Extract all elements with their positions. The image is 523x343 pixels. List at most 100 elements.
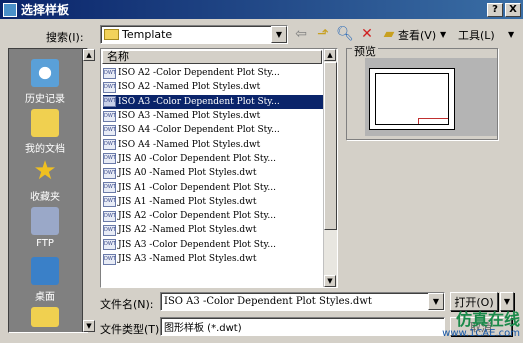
- dwt-file-icon: DWT: [103, 196, 116, 208]
- drawing-sheet-thumbnail: [369, 68, 455, 130]
- file-row[interactable]: DWT JIS A2 -Named Plot Styles.dwt: [103, 223, 323, 237]
- file-name: JIS A2 -Named Plot Styles.dwt: [118, 225, 257, 236]
- dwt-file-icon: DWT: [103, 167, 116, 179]
- filename-combo[interactable]: ISO A3 -Color Dependent Plot Styles.dwt …: [160, 292, 445, 311]
- file-row[interactable]: DWT JIS A0 -Named Plot Styles.dwt: [103, 166, 323, 180]
- documents-folder-icon: [31, 109, 59, 137]
- filetype-combo[interactable]: 图形样板 (*.dwt): [160, 317, 445, 336]
- preview-image: [365, 58, 497, 136]
- title-block: [418, 118, 448, 124]
- file-row[interactable]: DWT JIS A3 -Named Plot Styles.dwt: [103, 252, 323, 266]
- open-button[interactable]: 打开(O): [450, 292, 498, 311]
- ftp-icon: [31, 207, 59, 235]
- place-label-history: 历史记录: [25, 94, 65, 105]
- filetype-value: 图形样板 (*.dwt): [164, 323, 242, 334]
- file-row[interactable]: DWT ISO A4 -Color Dependent Plot Sty...: [103, 123, 323, 137]
- help-button[interactable]: ?: [487, 2, 503, 17]
- back-icon[interactable]: ⇦: [292, 25, 310, 43]
- close-button[interactable]: X: [505, 2, 521, 17]
- open-dropdown-icon[interactable]: ▼: [500, 292, 514, 311]
- place-label-desktop: 桌面: [35, 292, 55, 303]
- tools-menu-arrow-icon[interactable]: ▼: [508, 30, 514, 39]
- file-row[interactable]: DWT JIS A0 -Color Dependent Plot Sty...: [103, 152, 323, 166]
- preview-label: 预览: [352, 43, 378, 59]
- dwt-file-icon: DWT: [103, 81, 116, 93]
- chevron-down-icon[interactable]: ▼: [271, 26, 287, 43]
- filename-value: ISO A3 -Color Dependent Plot Styles.dwt: [164, 296, 372, 307]
- dwt-file-icon: DWT: [103, 182, 116, 194]
- dwt-file-icon: DWT: [103, 239, 116, 251]
- drawing-border: [375, 73, 449, 125]
- scroll-up-icon[interactable]: ▲: [324, 49, 336, 61]
- file-name: JIS A3 -Named Plot Styles.dwt: [118, 254, 257, 264]
- dwt-file-icon: DWT: [103, 124, 116, 136]
- file-row[interactable]: DWT JIS A2 -Color Dependent Plot Sty...: [103, 209, 323, 223]
- scroll-thumb[interactable]: [324, 62, 337, 230]
- file-name: JIS A0 -Color Dependent Plot Sty...: [118, 153, 276, 164]
- favorites-star-icon: ★: [33, 156, 57, 186]
- file-name: ISO A3 -Color Dependent Plot Sty...: [118, 96, 280, 107]
- look-in-value: Template: [122, 28, 173, 41]
- file-name: ISO A3 -Named Plot Styles.dwt: [118, 111, 261, 122]
- scroll-down-icon[interactable]: ▼: [324, 275, 336, 287]
- places-bar: 历史记录 我的文档 ★ 收藏夹 FTP 桌面 ▲ ▼: [8, 48, 95, 333]
- scroll-up-icon[interactable]: ▲: [83, 49, 95, 61]
- watermark-url: www.1CAE.com: [442, 328, 520, 339]
- file-row[interactable]: DWT JIS A1 -Named Plot Styles.dwt: [103, 195, 323, 209]
- file-name: JIS A0 -Named Plot Styles.dwt: [118, 168, 257, 179]
- place-history[interactable]: 历史记录: [9, 59, 81, 105]
- file-row[interactable]: DWT ISO A3 -Named Plot Styles.dwt: [103, 109, 323, 123]
- delete-icon[interactable]: ✕: [358, 25, 376, 43]
- desktop-icon: [31, 257, 59, 285]
- watermark: 仿真在线 www.1CAE.com: [418, 310, 520, 340]
- file-toolbar: ⇦ ⬏ 🔍︎ ✕ ▰: [292, 25, 398, 43]
- file-list[interactable]: 名称 DWT ISO A2 -Color Dependent Plot Sty..…: [100, 48, 338, 288]
- filename-label: 文件名(N):: [100, 298, 154, 311]
- folder-icon: [104, 29, 119, 40]
- place-more[interactable]: [9, 307, 81, 330]
- look-in-label: 搜索(I):: [46, 31, 84, 44]
- search-web-icon[interactable]: 🔍︎: [336, 25, 354, 43]
- file-list-scrollbar[interactable]: ▲ ▼: [323, 49, 337, 287]
- place-label-favorites: 收藏夹: [30, 192, 60, 203]
- file-row[interactable]: DWT ISO A3 -Color Dependent Plot Sty...: [103, 94, 323, 109]
- look-in-combo[interactable]: Template ▼: [100, 25, 288, 44]
- dwt-file-icon: DWT: [103, 253, 116, 265]
- new-folder-icon[interactable]: ▰: [380, 25, 398, 43]
- dwt-file-icon: DWT: [103, 96, 116, 108]
- app-icon: [3, 2, 17, 17]
- place-ftp[interactable]: FTP: [9, 207, 81, 249]
- filetype-label: 文件类型(T):: [100, 323, 164, 336]
- dwt-file-icon: DWT: [103, 67, 116, 79]
- dwt-file-icon: DWT: [103, 139, 116, 151]
- window-title: 选择样板: [21, 3, 70, 17]
- scroll-down-icon[interactable]: ▼: [83, 320, 95, 332]
- up-folder-icon[interactable]: ⬏: [314, 25, 332, 43]
- file-row[interactable]: DWT ISO A2 -Named Plot Styles.dwt: [103, 80, 323, 94]
- place-label-documents: 我的文档: [25, 144, 65, 155]
- place-label-ftp: FTP: [36, 238, 54, 249]
- place-desktop[interactable]: 桌面: [9, 257, 81, 303]
- file-name: JIS A3 -Color Dependent Plot Sty...: [118, 239, 276, 250]
- file-name: ISO A4 -Color Dependent Plot Sty...: [118, 125, 280, 136]
- dwt-file-icon: DWT: [103, 210, 116, 222]
- file-name: ISO A4 -Named Plot Styles.dwt: [118, 139, 261, 150]
- folder-icon: [31, 307, 59, 327]
- file-name: ISO A2 -Named Plot Styles.dwt: [118, 82, 261, 93]
- places-scrollbar[interactable]: ▲ ▼: [82, 49, 95, 332]
- file-row[interactable]: DWT JIS A3 -Color Dependent Plot Sty...: [103, 238, 323, 252]
- file-row[interactable]: DWT JIS A1 -Color Dependent Plot Sty...: [103, 180, 323, 194]
- place-documents[interactable]: 我的文档: [9, 109, 81, 155]
- watermark-text: 仿真在线: [455, 310, 520, 329]
- file-row[interactable]: DWT ISO A2 -Color Dependent Plot Sty...: [103, 66, 323, 80]
- history-icon: [31, 59, 59, 87]
- file-name: JIS A1 -Color Dependent Plot Sty...: [118, 182, 276, 193]
- tools-menu[interactable]: 工具(L): [458, 27, 495, 43]
- file-row[interactable]: DWT ISO A4 -Named Plot Styles.dwt: [103, 137, 323, 151]
- view-menu-arrow-icon[interactable]: ▼: [440, 30, 446, 39]
- column-header-name[interactable]: 名称: [102, 50, 322, 64]
- view-menu[interactable]: 查看(V): [398, 27, 436, 43]
- dwt-file-icon: DWT: [103, 224, 116, 236]
- place-favorites[interactable]: ★ 收藏夹: [9, 157, 81, 203]
- chevron-down-icon[interactable]: ▼: [428, 293, 444, 310]
